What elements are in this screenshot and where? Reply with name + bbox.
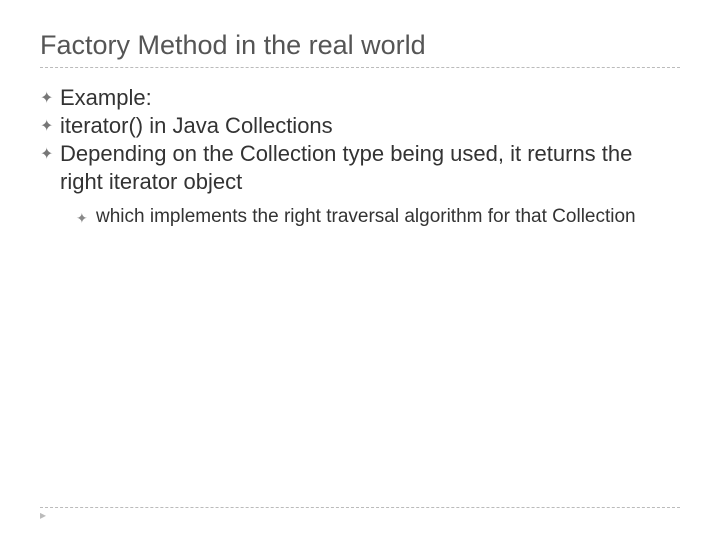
list-item: ✦ iterator() in Java Collections	[40, 112, 680, 140]
list-item: ✦ Example:	[40, 84, 680, 112]
slide: Factory Method in the real world ✦ Examp…	[0, 0, 720, 249]
bullet-icon: ✦	[40, 84, 60, 112]
sub-list-item: ✦ which implements the right traversal a…	[76, 205, 680, 229]
slide-title: Factory Method in the real world	[40, 30, 680, 68]
list-item-text: Example:	[60, 84, 680, 112]
list-item: ✦ Depending on the Collection type being…	[40, 140, 680, 195]
bullet-icon: ✦	[76, 205, 96, 229]
list-item-text: iterator() in Java Collections	[60, 112, 680, 140]
bullet-icon: ✦	[40, 140, 60, 168]
footer-divider	[40, 507, 680, 508]
sub-list: ✦ which implements the right traversal a…	[40, 205, 680, 229]
footer-marker-icon: ▸	[40, 508, 46, 522]
sub-list-item-text: which implements the right traversal alg…	[96, 205, 680, 229]
main-list: ✦ Example: ✦ iterator() in Java Collecti…	[40, 84, 680, 195]
list-item-text: Depending on the Collection type being u…	[60, 140, 680, 195]
bullet-icon: ✦	[40, 112, 60, 140]
